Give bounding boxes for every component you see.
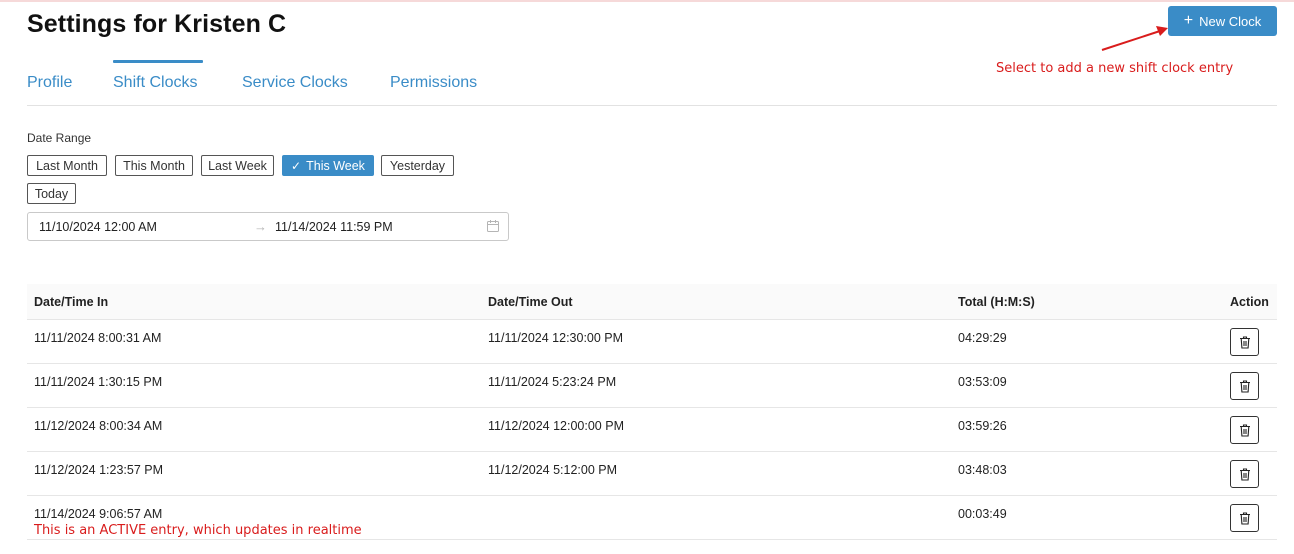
preset-label: Last Week	[208, 158, 267, 173]
cell-total: 03:53:09	[958, 375, 1007, 389]
trash-icon	[1239, 335, 1250, 349]
table-header: Date/Time In Date/Time Out Total (H:M:S)…	[27, 284, 1277, 320]
cell-time-out: 11/12/2024 12:00:00 PM	[488, 419, 624, 433]
trash-icon	[1239, 379, 1250, 393]
preset-this-week[interactable]: ✓ This Week	[282, 155, 374, 176]
preset-label: Today	[34, 186, 69, 201]
header-time-out: Date/Time Out	[488, 295, 573, 309]
delete-button[interactable]	[1230, 372, 1259, 400]
preset-last-month[interactable]: Last Month	[27, 155, 107, 176]
cell-time-in: 11/12/2024 1:23:57 PM	[34, 463, 164, 477]
trash-icon	[1239, 511, 1250, 525]
trash-icon	[1239, 467, 1250, 481]
settings-tabs: Profile Shift Clocks Service Clocks Perm…	[27, 60, 1277, 106]
cell-time-in: 11/11/2024 1:30:15 PM	[34, 375, 163, 389]
cell-time-in: 11/14/2024 9:06:57 AM	[34, 507, 163, 521]
active-tab-indicator	[113, 60, 203, 63]
range-start-input[interactable]: 11/10/2024 12:00 AM	[39, 220, 157, 234]
table-row: 11/11/2024 8:00:31 AM 11/11/2024 12:30:0…	[27, 320, 1277, 364]
cell-total: 00:03:49	[958, 507, 1007, 521]
page-title: Settings for Kristen C	[27, 10, 287, 38]
tab-shift-clocks[interactable]: Shift Clocks	[113, 74, 197, 92]
tab-service-clocks[interactable]: Service Clocks	[242, 74, 348, 92]
top-accent-bar	[0, 0, 1294, 2]
header-action: Action	[1230, 295, 1269, 309]
tab-permissions[interactable]: Permissions	[390, 74, 477, 92]
delete-button[interactable]	[1230, 460, 1259, 488]
shift-clock-table: Date/Time In Date/Time Out Total (H:M:S)…	[27, 284, 1277, 540]
delete-button[interactable]	[1230, 416, 1259, 444]
calendar-icon[interactable]	[487, 220, 499, 232]
cell-time-out: 11/11/2024 5:23:24 PM	[488, 375, 617, 389]
new-clock-label: New Clock	[1199, 13, 1262, 29]
plus-icon: +	[1183, 11, 1194, 29]
table-row-active: 11/14/2024 9:06:57 AM 00:03:49 This is a…	[27, 496, 1277, 540]
trash-icon	[1239, 423, 1250, 437]
table-row: 11/12/2024 8:00:34 AM 11/12/2024 12:00:0…	[27, 408, 1277, 452]
cell-time-out: 11/11/2024 12:30:00 PM	[488, 331, 624, 345]
cell-time-in: 11/12/2024 8:00:34 AM	[34, 419, 163, 433]
check-icon: ✓	[291, 158, 302, 173]
tab-profile[interactable]: Profile	[27, 74, 72, 92]
cell-total: 03:48:03	[958, 463, 1007, 477]
arrow-right-icon: →	[254, 219, 267, 234]
preset-this-month[interactable]: This Month	[115, 155, 193, 176]
preset-yesterday[interactable]: Yesterday	[381, 155, 454, 176]
preset-label: This Week	[306, 158, 365, 173]
date-range-picker[interactable]: 11/10/2024 12:00 AM → 11/14/2024 11:59 P…	[27, 212, 509, 241]
annotation-arrow-icon	[1101, 26, 1168, 51]
cell-total: 04:29:29	[958, 331, 1007, 345]
cell-time-in: 11/11/2024 8:00:31 AM	[34, 331, 162, 345]
cell-time-out: 11/12/2024 5:12:00 PM	[488, 463, 618, 477]
cell-total: 03:59:26	[958, 419, 1007, 433]
table-row: 11/12/2024 1:23:57 PM 11/12/2024 5:12:00…	[27, 452, 1277, 496]
preset-last-week[interactable]: Last Week	[201, 155, 274, 176]
header-total: Total (H:M:S)	[958, 295, 1035, 309]
preset-label: Last Month	[36, 158, 98, 173]
header-time-in: Date/Time In	[34, 295, 109, 309]
table-row: 11/11/2024 1:30:15 PM 11/11/2024 5:23:24…	[27, 364, 1277, 408]
date-range-label: Date Range	[27, 131, 92, 145]
preset-label: Yesterday	[389, 158, 446, 173]
delete-button[interactable]	[1230, 504, 1259, 532]
new-clock-button[interactable]: + New Clock	[1168, 6, 1277, 36]
preset-today[interactable]: Today	[27, 183, 76, 204]
preset-label: This Month	[123, 158, 185, 173]
delete-button[interactable]	[1230, 328, 1259, 356]
active-entry-annotation: This is an ACTIVE entry, which updates i…	[34, 523, 362, 538]
range-end-input[interactable]: 11/14/2024 11:59 PM	[275, 220, 393, 234]
